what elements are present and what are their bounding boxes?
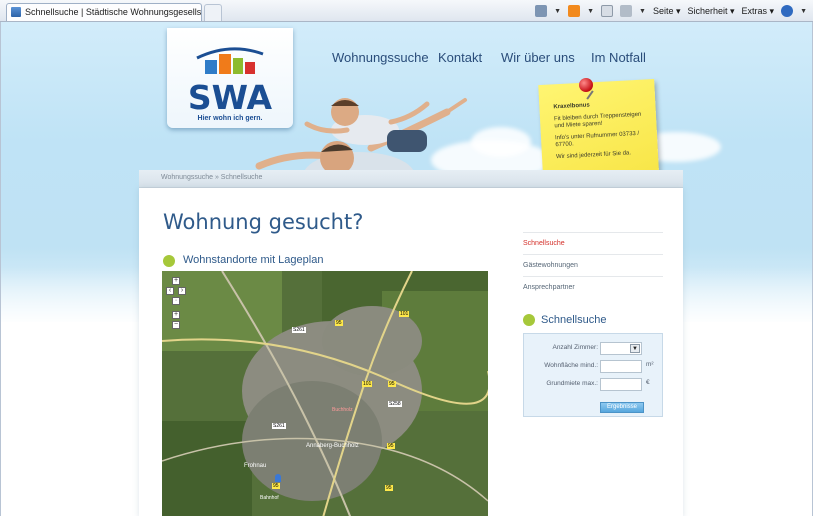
content-panel: Wohnung gesucht? Wohnstandorte mit Lagep… [139, 188, 683, 516]
road-label: S261 [292, 327, 306, 333]
aerial-map-image [162, 271, 488, 516]
breadcrumb-bar: Wohnungssuche » Schnellsuche [139, 170, 683, 188]
area-input[interactable] [600, 360, 642, 373]
print-icon[interactable] [620, 5, 632, 17]
road-label: 95 [385, 485, 393, 491]
home-icon[interactable] [535, 5, 548, 17]
note-phone: Info's unter Rufnummer 03733 / 67700. [554, 130, 640, 149]
map-place-label: Buchholz [332, 407, 353, 413]
location-map[interactable]: + ‹ › · + − S261 95 101 101 95 S258 95 S… [162, 271, 488, 516]
area-unit: m² [646, 361, 654, 368]
rent-row: Grundmiete max.: € [524, 378, 662, 392]
note-text: Fit bleiben durch Treppensteigen und Mie… [553, 111, 642, 130]
chevron-down-icon[interactable]: ▼ [587, 8, 594, 15]
note-title: Kraxelbonus [553, 102, 590, 111]
road-label: 101 [399, 311, 410, 317]
browser-tab-bar: Schnellsuche | Städtische Wohnungsgesell… [0, 0, 813, 22]
map-place-label: Bahnhof [260, 495, 279, 501]
browser-tab-title: Schnellsuche | Städtische Wohnungsgesell… [25, 7, 202, 17]
map-pan-right-icon[interactable]: › [178, 287, 186, 295]
map-zoom-out-icon[interactable]: − [172, 321, 180, 329]
page-menu[interactable]: Seite ▾ [653, 6, 681, 17]
browser-tab[interactable]: Schnellsuche | Städtische Wohnungsgesell… [6, 3, 202, 21]
green-bullet-icon [163, 255, 175, 267]
nav-im-notfall[interactable]: Im Notfall [591, 50, 646, 65]
road-label: S258 [388, 401, 402, 407]
sidebar-item-ansprechpartner[interactable]: Ansprechpartner [523, 276, 663, 298]
road-label: 95 [335, 320, 343, 326]
breadcrumb[interactable]: Wohnungssuche » Schnellsuche [161, 174, 262, 181]
sidebar-item-schnellsuche[interactable]: Schnellsuche [523, 232, 663, 254]
nav-wohnungssuche[interactable]: Wohnungssuche [332, 50, 429, 65]
results-button[interactable]: Ergebnisse [600, 402, 644, 413]
mail-icon[interactable] [601, 5, 613, 17]
quicksearch-form: Anzahl Zimmer: ▼ Wohnfläche mind.: m² Gr… [523, 333, 663, 417]
chevron-down-icon[interactable]: ▼ [800, 8, 807, 15]
quicksearch-heading: Schnellsuche [541, 314, 607, 326]
web-page: SWA Hier wohn ich gern. Wohnungssuche Ko… [0, 22, 813, 516]
page-title: Wohnung gesucht? [163, 210, 364, 234]
chevron-down-icon[interactable]: ▼ [554, 8, 561, 15]
help-icon[interactable] [781, 5, 794, 17]
nav-kontakt[interactable]: Kontakt [438, 50, 482, 65]
map-place-label: Frohnau [244, 463, 267, 469]
section-subtitle: Wohnstandorte mit Lageplan [183, 254, 324, 266]
rent-unit: € [646, 379, 650, 386]
rent-label: Grundmiete max.: [546, 380, 598, 387]
new-tab-button[interactable] [204, 4, 222, 21]
map-place-label: Annaberg-Buchholz [306, 443, 359, 449]
rss-feed-icon[interactable] [568, 5, 581, 17]
map-pan-up-icon[interactable]: + [172, 277, 180, 285]
map-zoom-in-icon[interactable]: + [172, 311, 180, 319]
chevron-down-icon[interactable]: ▼ [630, 344, 640, 353]
area-label: Wohnfläche mind.: [544, 362, 598, 369]
favicon-icon [11, 7, 21, 17]
pushpin-icon [579, 78, 593, 92]
road-label: 95 [388, 381, 396, 387]
road-label: 95 [272, 483, 280, 489]
browser-command-bar: ▼ ▼ ▼ Seite ▾ Sicherheit ▾ Extras ▾ ▼ [535, 4, 807, 18]
note-footer: Wir sind jederzeit für Sie da. [555, 149, 632, 160]
road-label: 95 [387, 443, 395, 449]
map-pan-down-icon[interactable]: · [172, 297, 180, 305]
area-row: Wohnfläche mind.: m² [524, 360, 662, 374]
road-label: 101 [362, 381, 373, 387]
rooms-label: Anzahl Zimmer: [552, 344, 598, 351]
sidebar-item-gaestewohnungen[interactable]: Gästewohnungen [523, 254, 663, 276]
green-bullet-icon [523, 314, 535, 326]
rooms-row: Anzahl Zimmer: ▼ [524, 342, 662, 356]
security-menu[interactable]: Sicherheit ▾ [687, 6, 734, 17]
rooms-select[interactable]: ▼ [600, 342, 642, 355]
map-pan-left-icon[interactable]: ‹ [166, 287, 174, 295]
extras-menu[interactable]: Extras ▾ [742, 6, 775, 17]
nav-wir-ueber-uns[interactable]: Wir über uns [501, 50, 575, 65]
rent-input[interactable] [600, 378, 642, 391]
road-label: S261 [272, 423, 286, 429]
map-marker-icon[interactable] [275, 474, 281, 482]
chevron-down-icon[interactable]: ▼ [639, 8, 646, 15]
